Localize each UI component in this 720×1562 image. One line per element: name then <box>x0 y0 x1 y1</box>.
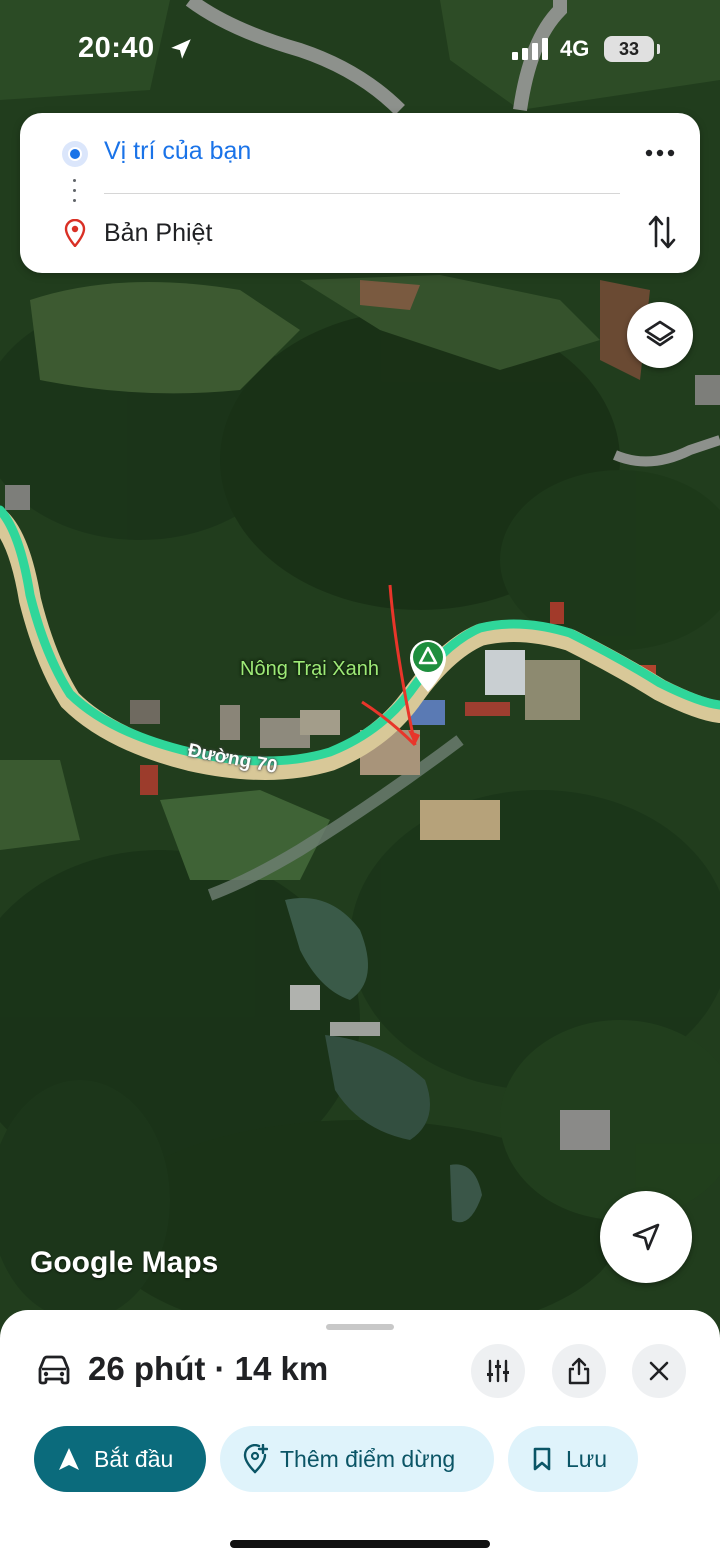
layers-icon <box>644 320 676 347</box>
bookmark-icon <box>533 1447 551 1471</box>
cellular-signal-icon <box>512 38 548 60</box>
home-indicator[interactable] <box>230 1540 490 1548</box>
swap-vertical-icon <box>648 215 676 249</box>
route-options-button[interactable] <box>471 1344 525 1398</box>
save-button[interactable]: Lưu <box>508 1426 638 1492</box>
route-connector <box>73 179 77 205</box>
location-services-icon <box>171 39 191 59</box>
navigation-icon <box>59 1448 79 1470</box>
sliders-icon <box>487 1359 509 1383</box>
trip-summary: 26 phút · 14 km <box>88 1350 329 1387</box>
status-bar: 20:40 4G 33 <box>0 0 720 100</box>
add-stop-button[interactable]: Thêm điểm dừng <box>220 1426 494 1492</box>
swap-button[interactable] <box>642 211 682 253</box>
blue-dot-icon <box>62 141 88 167</box>
start-button[interactable]: Bắt đầu <box>34 1426 206 1492</box>
car-icon <box>38 1355 70 1385</box>
origin-field[interactable]: Vị trí của bạn <box>104 137 251 166</box>
battery-icon: 33 <box>604 36 660 62</box>
save-label: Lưu <box>566 1445 607 1472</box>
close-icon <box>649 1361 669 1381</box>
network-type: 4G <box>560 36 590 61</box>
add-stop-label: Thêm điểm dừng <box>280 1445 456 1472</box>
navigation-arrow-icon <box>632 1223 660 1251</box>
destination-field[interactable]: Bản Phiệt <box>104 219 212 248</box>
start-label: Bắt đầu <box>94 1445 174 1472</box>
poi-label[interactable]: Nông Trại Xanh <box>240 658 379 681</box>
share-button[interactable] <box>552 1344 606 1398</box>
red-pin-icon <box>64 219 86 247</box>
add-location-icon <box>243 1444 268 1474</box>
route-card: Vị trí của bạn Bản Phiệt <box>20 113 700 273</box>
divider <box>104 193 620 194</box>
status-time: 20:40 <box>78 32 155 64</box>
more-horizontal-icon <box>645 149 675 157</box>
google-maps-logo: Google Maps <box>30 1246 219 1279</box>
directions-bottom-sheet: 26 phút · 14 km Bắt đầu Thêm điểm dừng L… <box>0 1310 720 1562</box>
more-button[interactable] <box>638 133 682 173</box>
share-icon <box>568 1357 590 1385</box>
layers-button[interactable] <box>627 302 693 368</box>
locate-button[interactable] <box>600 1191 692 1283</box>
sheet-drag-handle[interactable] <box>326 1324 394 1330</box>
close-button[interactable] <box>632 1344 686 1398</box>
